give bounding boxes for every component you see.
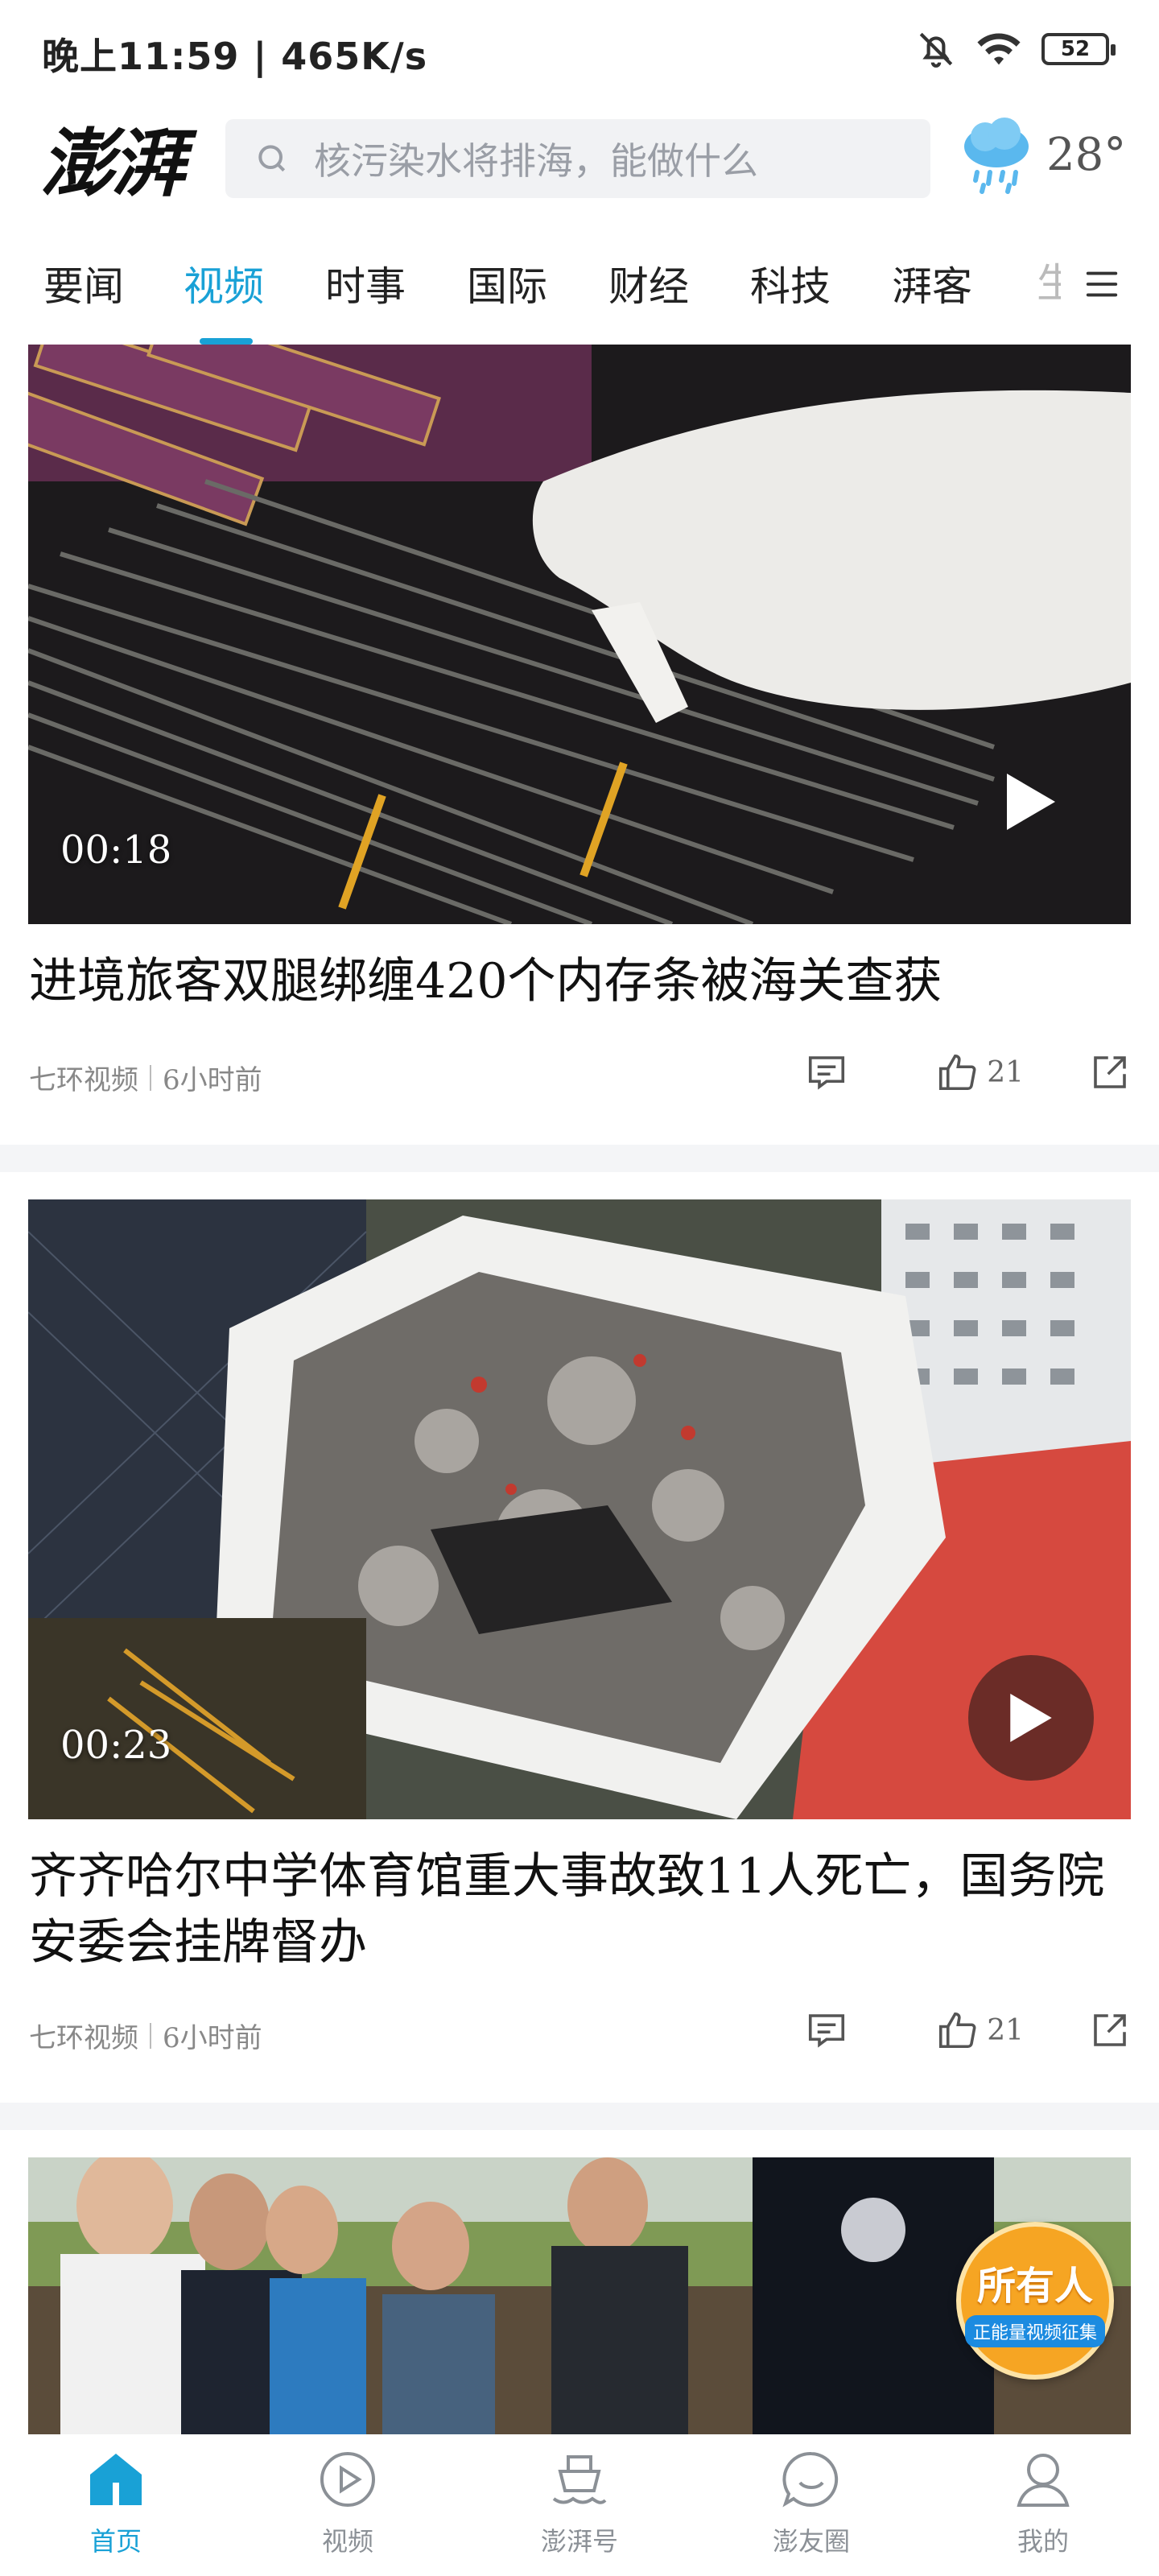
status-bar: 晚上11:59 | 465K/s 52 [0,0,1159,105]
article-time: 6小时前 [163,2022,262,2054]
article-meta: 七环视频 6小时前 [29,2016,262,2055]
article-actions: 21 [805,2008,1132,2052]
article-source: 七环视频 [29,1064,138,1096]
thumbnail-image [28,1199,1131,1819]
battery-icon: 52 [1041,33,1116,65]
tab-yaowen[interactable]: 要闻 [43,254,124,312]
comment-icon[interactable] [805,2008,848,2052]
tab-shishi[interactable]: 时事 [325,254,406,312]
thumbnail-image [28,345,1131,924]
article-meta: 七环视频 6小时前 [29,1058,262,1097]
article-title[interactable]: 齐齐哈尔中学体育馆重大事故致11人死亡，国务院安委会挂牌督办 [29,1843,1124,1975]
nav-pengpaihao-label: 澎湃号 [540,2526,618,2557]
nav-mine-label: 我的 [1017,2526,1069,2557]
article-time: 6小时前 [163,1064,262,1096]
nav-video-label: 视频 [321,2526,373,2557]
nav-pengyouquan[interactable]: 澎友圈 [695,2434,927,2576]
feed-divider [0,1145,1159,1172]
share-icon[interactable] [1088,2008,1132,2052]
bottom-navigation: 首页 视频 澎湃号 澎友圈 我的 [0,2434,1159,2576]
nav-pengpaihao[interactable]: 澎湃号 [464,2434,695,2576]
menu-icon[interactable] [1083,266,1120,303]
video-thumbnail[interactable]: 00:23 [28,1199,1131,1819]
nav-home[interactable]: 首页 [0,2434,232,2576]
meta-divider [150,2022,151,2049]
rain-cloud-icon [964,118,1029,194]
search-icon [258,145,286,172]
status-time-speed: 晚上11:59 | 465K/s [42,35,428,78]
like-icon[interactable] [935,1051,979,1094]
meta-divider [150,1064,151,1091]
video-duration: 00:23 [60,1723,172,1768]
mute-bell-icon [919,32,953,68]
play-button[interactable] [968,1655,1094,1781]
nav-mine[interactable]: 我的 [927,2434,1159,2576]
like-count: 21 [987,1055,1024,1089]
app-logo[interactable]: 澎湃 [40,113,185,207]
article-title[interactable]: 进境旅客双腿绑缠420个内存条被海关查获 [29,948,1124,1014]
weather-widget[interactable]: 28° [958,114,1126,195]
ship-icon [552,2455,607,2504]
search-bar[interactable]: 核污染水将排海，能做什么 [225,119,930,198]
tab-paike[interactable]: 湃客 [892,254,972,312]
badge-title: 所有人 [976,2264,1093,2309]
video-thumbnail[interactable]: 00:18 [28,345,1131,924]
channel-tabs: 要闻 视频 时事 国际 财经 科技 湃客 生 [0,233,1159,346]
tab-guoji[interactable]: 国际 [467,254,547,312]
tab-caijing[interactable]: 财经 [608,254,689,312]
comment-icon[interactable] [805,1051,848,1094]
badge-subtitle: 正能量视频征集 [964,2315,1105,2347]
battery-level: 52 [1060,37,1091,61]
tab-partial[interactable]: 生 [1037,251,1061,308]
feed-divider [0,2103,1159,2130]
play-icon [1010,1694,1052,1742]
user-icon [1017,2454,1070,2507]
tab-keji[interactable]: 科技 [750,254,831,312]
status-icons: 52 [916,29,1116,69]
campaign-badge[interactable]: 所有人 正能量视频征集 [956,2222,1114,2380]
chat-circle-icon [782,2451,839,2508]
search-placeholder: 核污染水将排海，能做什么 [314,139,758,183]
home-icon [90,2454,142,2505]
article-source: 七环视频 [29,2022,138,2054]
video-play-icon [320,2452,375,2507]
active-tab-indicator [200,338,253,345]
app-header: 澎湃 核污染水将排海，能做什么 28° [0,113,1159,209]
nav-home-label: 首页 [89,2526,142,2557]
like-count: 21 [987,2013,1024,2047]
nav-video[interactable]: 视频 [232,2434,464,2576]
nav-pengyouquan-label: 澎友圈 [772,2526,850,2557]
temperature: 28° [1046,128,1127,181]
play-button[interactable] [968,739,1094,865]
play-icon [1007,774,1055,830]
tab-video[interactable]: 视频 [184,254,264,312]
wifi-icon [977,33,1021,65]
article-actions: 21 [805,1051,1132,1094]
video-duration: 00:18 [60,828,172,873]
like-icon[interactable] [935,2008,979,2052]
share-icon[interactable] [1088,1051,1132,1094]
